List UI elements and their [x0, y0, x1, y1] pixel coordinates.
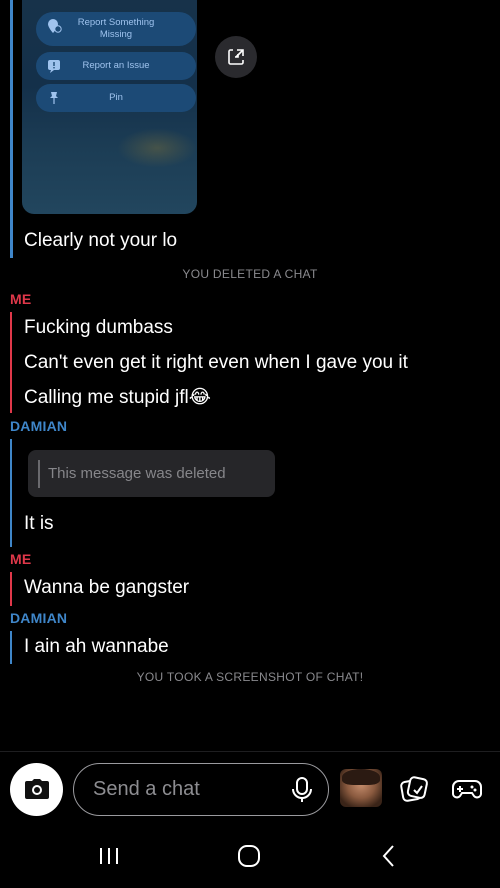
chat-message[interactable]: It is	[10, 513, 54, 535]
message-text: Fucking dumbass	[24, 317, 173, 338]
shared-media-message[interactable]: Report Something Missing Report an Issue…	[10, 0, 210, 258]
pin-icon	[50, 92, 58, 104]
message-text: Clearly not your lo	[24, 230, 178, 251]
chat-message[interactable]: Calling me stupid jfl😂	[10, 386, 211, 409]
sender-bar	[10, 0, 13, 258]
chat-message[interactable]: Clearly not your lo	[10, 230, 177, 252]
recent-apps-button[interactable]	[89, 838, 129, 874]
send-chat-input[interactable]	[93, 778, 273, 801]
alert-bubble-icon	[48, 60, 60, 73]
menu-label: Pin	[109, 92, 123, 103]
chat-message[interactable]: Can't even get it right even when I gave…	[10, 352, 408, 374]
home-icon	[238, 845, 260, 867]
sender-label: ME	[10, 291, 32, 307]
bitmoji-avatar[interactable]	[340, 769, 382, 807]
save-to-chat-button[interactable]	[215, 36, 257, 78]
save-to-chat-icon	[228, 49, 244, 65]
message-text: I ain ah wannabe	[24, 636, 169, 657]
deleted-bar	[38, 459, 40, 488]
message-text: Calling me stupid jfl😂	[24, 387, 211, 408]
screenshot-notice: YOU TOOK A SCREENSHOT OF CHAT!	[136, 670, 364, 684]
shared-media-card[interactable]: Report Something Missing Report an Issue…	[22, 0, 197, 214]
menu-report-missing[interactable]: Report Something Missing	[36, 12, 196, 46]
menu-label: Report Something Missing	[77, 17, 155, 40]
menu-label: Report an Issue	[82, 60, 150, 71]
map-pin-question-icon	[48, 19, 62, 33]
camera-icon	[24, 778, 49, 799]
message-text: Can't even get it right even when I gave…	[24, 352, 408, 373]
composer-divider	[0, 751, 500, 752]
avatar-hair	[342, 769, 380, 785]
system-notice: YOU DELETED A CHAT	[182, 267, 318, 281]
back-icon	[382, 845, 394, 867]
chat-message[interactable]: Wanna be gangster	[10, 577, 189, 599]
chat-message[interactable]: Fucking dumbass	[10, 317, 173, 339]
message-text: Wanna be gangster	[24, 577, 190, 598]
games-button[interactable]	[451, 773, 483, 805]
menu-pin[interactable]: Pin	[36, 84, 196, 112]
sender-label: DAMIAN	[10, 610, 68, 626]
chat-message[interactable]: I ain ah wannabe	[10, 636, 169, 658]
recent-apps-icon	[100, 848, 118, 864]
menu-report-issue[interactable]: Report an Issue	[36, 52, 196, 80]
map-blur	[117, 128, 197, 168]
game-controller-icon	[452, 780, 482, 799]
mic-icon[interactable]	[290, 776, 314, 804]
sender-label: DAMIAN	[10, 418, 68, 434]
camera-button[interactable]	[10, 763, 63, 816]
sender-label: ME	[10, 551, 32, 567]
sticker-button[interactable]	[398, 773, 430, 805]
deleted-text: This message was deleted	[48, 465, 226, 482]
message-text: It is	[24, 513, 54, 534]
chat-input-container[interactable]	[73, 763, 329, 816]
back-button[interactable]	[369, 838, 409, 874]
sticker-icon	[400, 776, 428, 802]
deleted-message: This message was deleted	[28, 450, 275, 497]
home-button[interactable]	[229, 838, 269, 874]
